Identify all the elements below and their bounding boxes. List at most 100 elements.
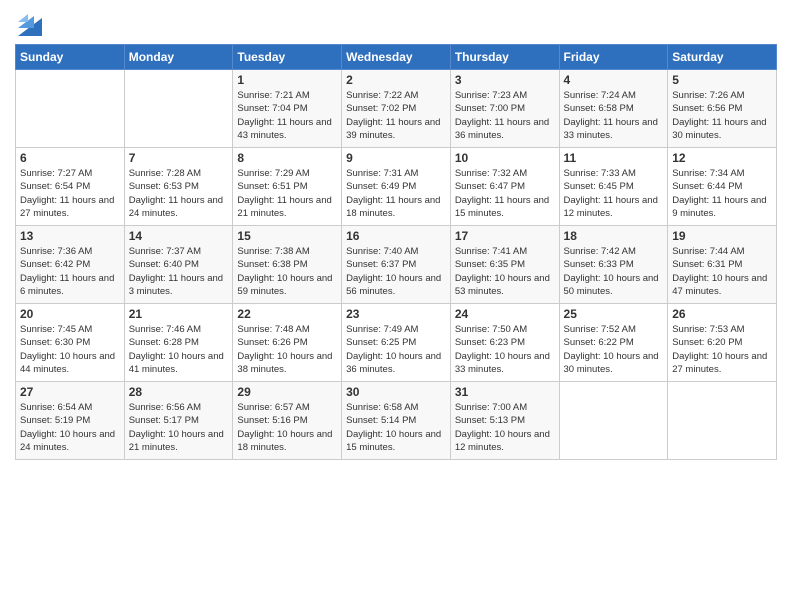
calendar-week-5: 27 Sunrise: 6:54 AM Sunset: 5:19 PM Dayli… xyxy=(16,382,777,460)
calendar-cell: 17 Sunrise: 7:41 AM Sunset: 6:35 PM Dayli… xyxy=(450,226,559,304)
calendar-cell: 15 Sunrise: 7:38 AM Sunset: 6:38 PM Dayli… xyxy=(233,226,342,304)
day-number: 23 xyxy=(346,307,446,321)
calendar-cell: 20 Sunrise: 7:45 AM Sunset: 6:30 PM Dayli… xyxy=(16,304,125,382)
day-number: 4 xyxy=(564,73,664,87)
calendar-cell: 4 Sunrise: 7:24 AM Sunset: 6:58 PM Daylig… xyxy=(559,70,668,148)
cell-info: Sunrise: 7:21 AM Sunset: 7:04 PM Dayligh… xyxy=(237,89,337,142)
day-number: 30 xyxy=(346,385,446,399)
cell-info: Sunrise: 7:44 AM Sunset: 6:31 PM Dayligh… xyxy=(672,245,772,298)
header-sunday: Sunday xyxy=(16,45,125,70)
calendar-cell: 1 Sunrise: 7:21 AM Sunset: 7:04 PM Daylig… xyxy=(233,70,342,148)
header-friday: Friday xyxy=(559,45,668,70)
cell-info: Sunrise: 7:24 AM Sunset: 6:58 PM Dayligh… xyxy=(564,89,664,142)
day-number: 31 xyxy=(455,385,555,399)
calendar-cell xyxy=(16,70,125,148)
day-number: 21 xyxy=(129,307,229,321)
cell-info: Sunrise: 7:28 AM Sunset: 6:53 PM Dayligh… xyxy=(129,167,229,220)
calendar-cell: 30 Sunrise: 6:58 AM Sunset: 5:14 PM Dayli… xyxy=(342,382,451,460)
cell-info: Sunrise: 7:29 AM Sunset: 6:51 PM Dayligh… xyxy=(237,167,337,220)
day-number: 1 xyxy=(237,73,337,87)
header-tuesday: Tuesday xyxy=(233,45,342,70)
day-number: 16 xyxy=(346,229,446,243)
calendar-cell: 26 Sunrise: 7:53 AM Sunset: 6:20 PM Dayli… xyxy=(668,304,777,382)
day-number: 26 xyxy=(672,307,772,321)
day-number: 6 xyxy=(20,151,120,165)
header-thursday: Thursday xyxy=(450,45,559,70)
calendar-cell: 11 Sunrise: 7:33 AM Sunset: 6:45 PM Dayli… xyxy=(559,148,668,226)
day-number: 17 xyxy=(455,229,555,243)
day-number: 19 xyxy=(672,229,772,243)
cell-info: Sunrise: 7:40 AM Sunset: 6:37 PM Dayligh… xyxy=(346,245,446,298)
day-number: 3 xyxy=(455,73,555,87)
header-wednesday: Wednesday xyxy=(342,45,451,70)
calendar-week-3: 13 Sunrise: 7:36 AM Sunset: 6:42 PM Dayli… xyxy=(16,226,777,304)
cell-info: Sunrise: 7:45 AM Sunset: 6:30 PM Dayligh… xyxy=(20,323,120,376)
logo xyxy=(15,10,42,36)
cell-info: Sunrise: 6:58 AM Sunset: 5:14 PM Dayligh… xyxy=(346,401,446,454)
calendar-header-row: SundayMondayTuesdayWednesdayThursdayFrid… xyxy=(16,45,777,70)
day-number: 28 xyxy=(129,385,229,399)
logo-icon xyxy=(18,8,42,36)
cell-info: Sunrise: 7:37 AM Sunset: 6:40 PM Dayligh… xyxy=(129,245,229,298)
calendar-table: SundayMondayTuesdayWednesdayThursdayFrid… xyxy=(15,44,777,460)
cell-info: Sunrise: 7:33 AM Sunset: 6:45 PM Dayligh… xyxy=(564,167,664,220)
calendar-cell: 19 Sunrise: 7:44 AM Sunset: 6:31 PM Dayli… xyxy=(668,226,777,304)
calendar-cell: 18 Sunrise: 7:42 AM Sunset: 6:33 PM Dayli… xyxy=(559,226,668,304)
cell-info: Sunrise: 7:27 AM Sunset: 6:54 PM Dayligh… xyxy=(20,167,120,220)
day-number: 13 xyxy=(20,229,120,243)
calendar-cell: 27 Sunrise: 6:54 AM Sunset: 5:19 PM Dayli… xyxy=(16,382,125,460)
cell-info: Sunrise: 6:57 AM Sunset: 5:16 PM Dayligh… xyxy=(237,401,337,454)
cell-info: Sunrise: 7:32 AM Sunset: 6:47 PM Dayligh… xyxy=(455,167,555,220)
cell-info: Sunrise: 6:54 AM Sunset: 5:19 PM Dayligh… xyxy=(20,401,120,454)
calendar-cell: 14 Sunrise: 7:37 AM Sunset: 6:40 PM Dayli… xyxy=(124,226,233,304)
day-number: 18 xyxy=(564,229,664,243)
cell-info: Sunrise: 7:36 AM Sunset: 6:42 PM Dayligh… xyxy=(20,245,120,298)
day-number: 14 xyxy=(129,229,229,243)
day-number: 27 xyxy=(20,385,120,399)
cell-info: Sunrise: 7:42 AM Sunset: 6:33 PM Dayligh… xyxy=(564,245,664,298)
day-number: 9 xyxy=(346,151,446,165)
calendar-cell: 12 Sunrise: 7:34 AM Sunset: 6:44 PM Dayli… xyxy=(668,148,777,226)
cell-info: Sunrise: 7:41 AM Sunset: 6:35 PM Dayligh… xyxy=(455,245,555,298)
calendar-cell: 8 Sunrise: 7:29 AM Sunset: 6:51 PM Daylig… xyxy=(233,148,342,226)
day-number: 15 xyxy=(237,229,337,243)
calendar-cell: 28 Sunrise: 6:56 AM Sunset: 5:17 PM Dayli… xyxy=(124,382,233,460)
day-number: 12 xyxy=(672,151,772,165)
calendar-cell: 10 Sunrise: 7:32 AM Sunset: 6:47 PM Dayli… xyxy=(450,148,559,226)
day-number: 2 xyxy=(346,73,446,87)
cell-info: Sunrise: 7:52 AM Sunset: 6:22 PM Dayligh… xyxy=(564,323,664,376)
cell-info: Sunrise: 7:00 AM Sunset: 5:13 PM Dayligh… xyxy=(455,401,555,454)
calendar-cell: 3 Sunrise: 7:23 AM Sunset: 7:00 PM Daylig… xyxy=(450,70,559,148)
calendar-cell: 16 Sunrise: 7:40 AM Sunset: 6:37 PM Dayli… xyxy=(342,226,451,304)
calendar-cell: 2Sunrise: 7:22 AM Sunset: 7:02 PM Daylig… xyxy=(342,70,451,148)
cell-info: Sunrise: 6:56 AM Sunset: 5:17 PM Dayligh… xyxy=(129,401,229,454)
calendar-cell: 13 Sunrise: 7:36 AM Sunset: 6:42 PM Dayli… xyxy=(16,226,125,304)
calendar-cell: 7Sunrise: 7:28 AM Sunset: 6:53 PM Daylig… xyxy=(124,148,233,226)
calendar-week-1: 1 Sunrise: 7:21 AM Sunset: 7:04 PM Daylig… xyxy=(16,70,777,148)
calendar-cell: 9Sunrise: 7:31 AM Sunset: 6:49 PM Daylig… xyxy=(342,148,451,226)
day-number: 29 xyxy=(237,385,337,399)
day-number: 20 xyxy=(20,307,120,321)
day-number: 24 xyxy=(455,307,555,321)
calendar-cell xyxy=(124,70,233,148)
calendar-week-4: 20 Sunrise: 7:45 AM Sunset: 6:30 PM Dayli… xyxy=(16,304,777,382)
cell-info: Sunrise: 7:50 AM Sunset: 6:23 PM Dayligh… xyxy=(455,323,555,376)
calendar-cell xyxy=(668,382,777,460)
day-number: 5 xyxy=(672,73,772,87)
header-saturday: Saturday xyxy=(668,45,777,70)
day-number: 8 xyxy=(237,151,337,165)
calendar-cell: 22Sunrise: 7:48 AM Sunset: 6:26 PM Dayli… xyxy=(233,304,342,382)
calendar-cell: 29 Sunrise: 6:57 AM Sunset: 5:16 PM Dayli… xyxy=(233,382,342,460)
cell-info: Sunrise: 7:38 AM Sunset: 6:38 PM Dayligh… xyxy=(237,245,337,298)
day-number: 11 xyxy=(564,151,664,165)
calendar-cell: 21Sunrise: 7:46 AM Sunset: 6:28 PM Dayli… xyxy=(124,304,233,382)
calendar-cell: 6 Sunrise: 7:27 AM Sunset: 6:54 PM Daylig… xyxy=(16,148,125,226)
calendar-cell xyxy=(559,382,668,460)
cell-info: Sunrise: 7:23 AM Sunset: 7:00 PM Dayligh… xyxy=(455,89,555,142)
cell-info: Sunrise: 7:26 AM Sunset: 6:56 PM Dayligh… xyxy=(672,89,772,142)
calendar-cell: 25Sunrise: 7:52 AM Sunset: 6:22 PM Dayli… xyxy=(559,304,668,382)
cell-info: Sunrise: 7:53 AM Sunset: 6:20 PM Dayligh… xyxy=(672,323,772,376)
cell-info: Sunrise: 7:34 AM Sunset: 6:44 PM Dayligh… xyxy=(672,167,772,220)
day-number: 10 xyxy=(455,151,555,165)
calendar-week-2: 6 Sunrise: 7:27 AM Sunset: 6:54 PM Daylig… xyxy=(16,148,777,226)
